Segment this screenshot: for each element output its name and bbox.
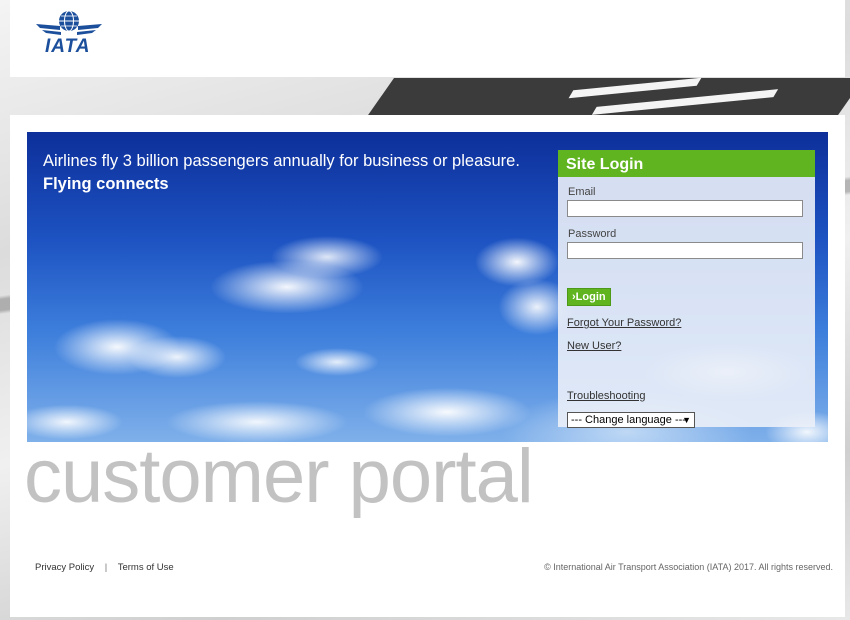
password-field[interactable] [567, 242, 803, 259]
new-user-link[interactable]: New User? [567, 340, 621, 352]
footer-links: Privacy Policy | Terms of Use [35, 562, 174, 573]
troubleshooting-link[interactable]: Troubleshooting [567, 390, 645, 402]
forgot-password-link[interactable]: Forgot Your Password? [567, 317, 681, 329]
iata-logo[interactable]: IATA [34, 8, 104, 58]
language-select-value: --- Change language --- [571, 414, 686, 426]
terms-of-use-link[interactable]: Terms of Use [118, 562, 174, 573]
footer-separator: | [104, 562, 108, 573]
main-panel: Airlines fly 3 billion passengers annual… [10, 115, 845, 617]
login-title: Site Login [558, 150, 815, 177]
hero-subtagline: Flying connects [43, 175, 169, 193]
privacy-policy-link[interactable]: Privacy Policy [35, 562, 94, 573]
hero-banner: Airlines fly 3 billion passengers annual… [27, 132, 828, 442]
logo-text: IATA [45, 36, 91, 57]
caret-down-icon: ▼ [682, 415, 691, 425]
login-button[interactable]: ›Login [567, 288, 611, 306]
email-field[interactable] [567, 200, 803, 217]
copyright-text: © International Air Transport Associatio… [544, 562, 833, 572]
email-label: Email [568, 186, 596, 198]
portal-title: customer portal [24, 434, 534, 519]
login-box: Site Login Email Password ›Login Forgot … [558, 150, 815, 428]
hero-tagline: Airlines fly 3 billion passengers annual… [43, 152, 520, 170]
password-label: Password [568, 228, 617, 240]
header: IATA [10, 0, 845, 77]
language-select[interactable]: --- Change language --- ▼ [567, 412, 695, 428]
